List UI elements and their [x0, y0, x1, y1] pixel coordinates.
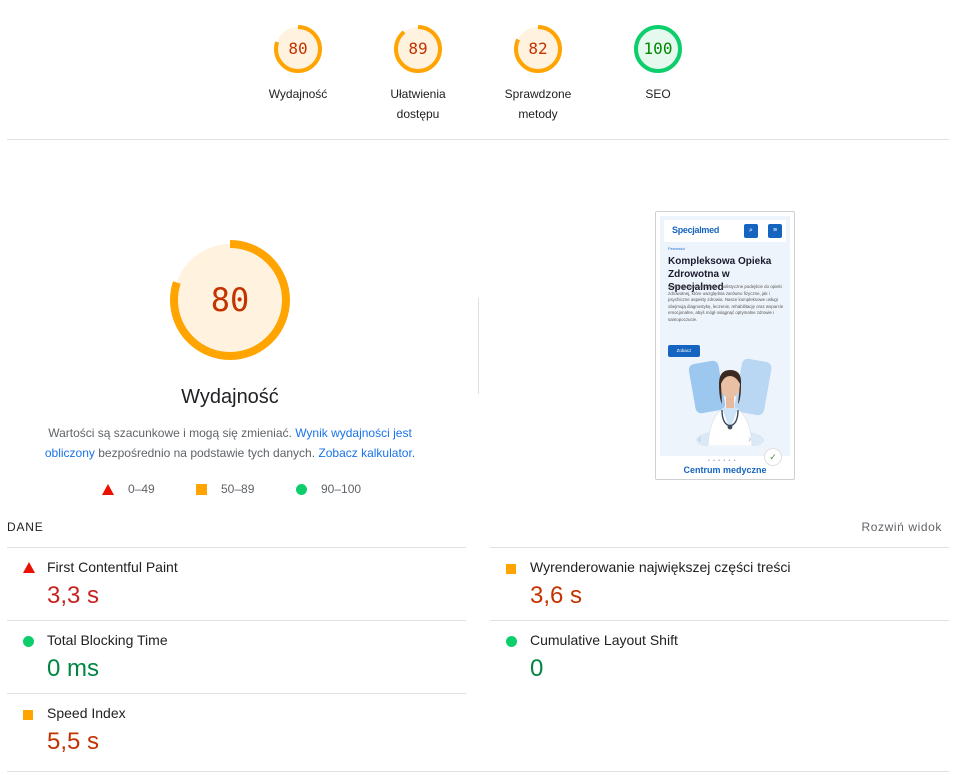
- top-divider: [7, 139, 949, 140]
- gauge-performance[interactable]: 80 Wydajność: [238, 24, 358, 104]
- metric-value: 0 ms: [47, 655, 100, 682]
- gauge-ring: 82: [513, 24, 563, 74]
- description-text: bezpośrednio na podstawie tych danych.: [98, 446, 316, 460]
- metric-value: 0: [530, 655, 544, 682]
- legend-item-fail: 0–49: [102, 482, 155, 496]
- metric-lcp: Wyrenderowanie największej części treści…: [490, 548, 910, 620]
- gauge-score: 100: [643, 39, 673, 58]
- screenshot-tag: Pewności: [668, 246, 686, 251]
- screenshot-search-icon: ⌕: [744, 224, 758, 238]
- doctor-image-icon: [688, 358, 772, 446]
- description-text: Wartości są szacunkowe i mogą się zmieni…: [48, 426, 292, 440]
- page-screenshot[interactable]: Specjalmed ⌕ ≡ Pewności Kompleksowa Opie…: [655, 211, 795, 480]
- gauge-label: Ułatwienia dostępu: [390, 87, 446, 121]
- screenshot-badge-icon: ✓: [764, 448, 782, 466]
- triangle-icon: [23, 562, 35, 573]
- circle-icon: [296, 483, 307, 495]
- metric-label: Total Blocking Time: [47, 632, 168, 648]
- gauge-label: Sprawdzone metody: [504, 87, 572, 121]
- metric-value: 3,6 s: [530, 582, 583, 609]
- circle-icon: [23, 636, 34, 647]
- screenshot-menu-icon: ≡: [768, 224, 782, 238]
- metric-tbt: Total Blocking Time 0 ms: [7, 621, 427, 693]
- square-icon: [506, 564, 516, 574]
- vertical-divider: [478, 298, 479, 394]
- metric-label: Wyrenderowanie największej części treści: [530, 559, 791, 575]
- category-gauges: 80 Wydajność 89 Ułatwienia dostępu 82 Spr…: [0, 0, 955, 140]
- metric-value: 3,3 s: [47, 582, 100, 609]
- metric-label: Cumulative Layout Shift: [530, 632, 678, 648]
- screenshot-prev-icon: ‹: [698, 434, 702, 445]
- metric-label: Speed Index: [47, 705, 126, 721]
- performance-score: 80: [210, 281, 250, 319]
- gauge-ring: 100: [633, 24, 683, 74]
- expand-view-button[interactable]: Rozwiń widok: [826, 520, 942, 534]
- square-icon: [196, 483, 207, 495]
- screenshot-navbar: Specjalmed ⌕ ≡: [664, 220, 786, 242]
- circle-icon: [506, 636, 517, 647]
- metric-label: First Contentful Paint: [47, 559, 178, 575]
- performance-description: Wartości są szacunkowe i mogą się zmieni…: [28, 423, 432, 463]
- screenshot-next-icon: ›: [748, 434, 752, 445]
- legend-item-average: 50–89: [196, 482, 254, 496]
- metric-fcp: First Contentful Paint 3,3 s: [7, 548, 427, 620]
- gauge-ring: 89: [393, 24, 443, 74]
- gauge-score: 89: [408, 39, 428, 58]
- metric-cls: Cumulative Layout Shift 0: [490, 621, 910, 693]
- gauge-seo[interactable]: 100 SEO: [598, 24, 718, 104]
- square-icon: [23, 710, 33, 720]
- gauge-accessibility[interactable]: 89 Ułatwienia dostępu: [358, 24, 478, 124]
- triangle-icon: [102, 483, 114, 495]
- metric-value: 5,5 s: [47, 728, 100, 755]
- performance-title: Wydajność: [181, 386, 279, 408]
- gauge-label: SEO: [645, 87, 671, 101]
- screenshot-carousel-dots: • • • • • •: [708, 458, 737, 464]
- gauge-score: 82: [528, 39, 548, 58]
- gauge-ring: 80: [273, 24, 323, 74]
- gauge-label: Wydajność: [268, 87, 328, 101]
- performance-gauge: 80: [168, 238, 292, 362]
- metric-speed-index: Speed Index 5,5 s: [7, 694, 427, 766]
- legend-item-pass: 90–100: [296, 482, 361, 496]
- gauge-best-practices[interactable]: 82 Sprawdzone metody: [478, 24, 598, 124]
- screenshot-logo: Specjalmed: [672, 225, 720, 235]
- screenshot-footer-text: Centrum medyczne: [683, 465, 767, 475]
- metric-divider: [7, 771, 949, 772]
- metrics-header: DANE: [7, 520, 44, 534]
- calculator-link[interactable]: Zobacz kalkulator.: [318, 446, 415, 460]
- gauge-score: 80: [288, 39, 308, 58]
- screenshot-body-text: W Specjalmed wierzymy w holistyczne pode…: [668, 284, 784, 322]
